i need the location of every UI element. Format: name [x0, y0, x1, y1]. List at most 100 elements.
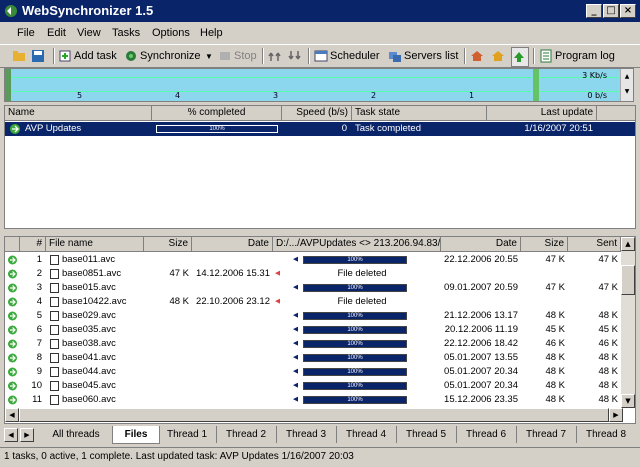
- servers-list-button[interactable]: Servers list: [388, 47, 458, 65]
- save-button[interactable]: [31, 47, 47, 65]
- file-icon: [48, 281, 60, 295]
- col-file-name[interactable]: File name: [46, 237, 144, 252]
- scroll-down-button[interactable]: ▼: [621, 394, 635, 408]
- graph-tick: 5: [77, 91, 83, 100]
- minimize-button[interactable]: _: [586, 4, 602, 18]
- scroll-left-button[interactable]: ◀: [5, 408, 19, 422]
- tab-thread-7[interactable]: Thread 7: [516, 426, 577, 443]
- sync-status-icon: [8, 283, 17, 293]
- sync-status-icon: [8, 325, 17, 335]
- program-log-button[interactable]: Program log: [539, 47, 615, 65]
- col-name[interactable]: Name: [5, 106, 152, 121]
- file-icon: [48, 379, 60, 393]
- file-status: File deleted: [337, 268, 387, 279]
- col-percent-completed[interactable]: % completed: [152, 106, 282, 121]
- folder-icon: [13, 51, 25, 61]
- file-icon: [48, 295, 60, 309]
- col-remote-size[interactable]: Size: [521, 237, 568, 252]
- file-row[interactable]: 6 base035.avc ◀ 100% 20.12.2006 11.19 45 K 45 …: [5, 323, 621, 337]
- tab-scroll-right[interactable]: ▶: [20, 428, 34, 442]
- home-up-button[interactable]: [470, 47, 486, 65]
- remote-size: 48 K: [545, 310, 565, 321]
- col-remote-date[interactable]: Date: [441, 237, 521, 252]
- maximize-button[interactable]: □: [603, 4, 619, 18]
- graph-tick: 2: [371, 91, 377, 100]
- synchronize-button[interactable]: Synchronize: [124, 47, 201, 65]
- scheduler-button[interactable]: Scheduler: [314, 47, 380, 65]
- upload-arrow-icon: ◀: [293, 312, 299, 319]
- synchronize-dropdown[interactable]: ▼: [205, 47, 213, 65]
- file-row[interactable]: 3 base015.avc ◀ 100% 09.01.2007 20.59 47 K 47 …: [5, 281, 621, 295]
- file-progress-bar: 100%: [303, 340, 407, 348]
- upload-button[interactable]: [268, 47, 284, 65]
- file-icon: [48, 267, 60, 281]
- tab-files[interactable]: Files: [112, 426, 160, 444]
- file-date: 22.10.2006 23.12: [196, 296, 270, 307]
- col-sent[interactable]: Sent: [568, 237, 621, 252]
- col-last-update[interactable]: Last update: [487, 106, 597, 121]
- file-row[interactable]: 5 base029.avc ◀ 100% 21.12.2006 13.17 48 K 48 …: [5, 309, 621, 323]
- sync-status-icon: [8, 297, 17, 307]
- file-row[interactable]: 2 base0851.avc 47 K 14.12.2006 15.31 ◀ File d…: [5, 267, 621, 281]
- title-bar[interactable]: WebSynchronizer 1.5 _ □ ×: [0, 0, 640, 22]
- upload-icon: [268, 52, 281, 61]
- file-date: [192, 337, 270, 351]
- sent-size: [568, 267, 618, 281]
- file-row[interactable]: 8 base041.avc ◀ 100% 05.01.2007 13.55 48 K 48 …: [5, 351, 621, 365]
- file-row[interactable]: 10 base045.avc ◀ 100% 05.01.2007 20.34 48 K 48…: [5, 379, 621, 393]
- file-size: [144, 379, 189, 393]
- file-progress-bar: 100%: [303, 284, 407, 292]
- file-row[interactable]: 11 base060.avc ◀ 100% 15.12.2006 23.35 48 K 48…: [5, 393, 621, 407]
- log-icon: [540, 49, 552, 63]
- open-button[interactable]: [12, 47, 28, 65]
- add-task-button[interactable]: Add task: [58, 47, 117, 65]
- tab-thread-8[interactable]: Thread 8: [576, 426, 636, 443]
- up-level-button[interactable]: [511, 47, 529, 67]
- scroll-right-button[interactable]: ▶: [609, 408, 623, 422]
- menu-view[interactable]: View: [77, 27, 101, 39]
- graph-scrollbar[interactable]: ▲ ▼: [620, 69, 633, 101]
- close-button[interactable]: ×: [620, 4, 636, 18]
- col-sync-path[interactable]: D:/.../AVPUpdates <> 213.206.94.83/...: [273, 237, 441, 252]
- tab-thread-5[interactable]: Thread 5: [396, 426, 457, 443]
- graph-tick: 3: [273, 91, 279, 100]
- task-row[interactable]: AVP Updates 100% 0 Task completed 1/16/2…: [5, 122, 635, 136]
- file-number: 6: [36, 324, 42, 335]
- tab-thread-2[interactable]: Thread 2: [216, 426, 277, 443]
- tab-thread-4[interactable]: Thread 4: [336, 426, 397, 443]
- remote-date: 05.01.2007 20.34: [444, 366, 518, 377]
- file-row[interactable]: 1 base011.avc ◀ 100% 22.12.2006 20.55 47 K 47 …: [5, 253, 621, 267]
- menu-edit[interactable]: Edit: [47, 27, 66, 39]
- file-row[interactable]: 7 base038.avc ◀ 100% 22.12.2006 18.42 46 K 46 …: [5, 337, 621, 351]
- menu-tasks[interactable]: Tasks: [112, 27, 140, 39]
- col-task-state[interactable]: Task state: [352, 106, 487, 121]
- file-size: [144, 281, 189, 295]
- col-speed[interactable]: Speed (b/s): [282, 106, 352, 121]
- files-vertical-scrollbar[interactable]: ▲ ▼: [621, 237, 635, 408]
- col-size[interactable]: Size: [144, 237, 192, 252]
- menu-options[interactable]: Options: [152, 27, 190, 39]
- tab-thread-3[interactable]: Thread 3: [276, 426, 337, 443]
- remote-date: 05.01.2007 13.55: [444, 352, 518, 363]
- hscroll-thumb[interactable]: [19, 408, 609, 422]
- scroll-up-button[interactable]: ▲: [621, 237, 635, 251]
- tab-all-threads[interactable]: All threads: [40, 426, 113, 443]
- download-button[interactable]: [288, 47, 304, 65]
- file-status: File deleted: [337, 296, 387, 307]
- tab-scroll-left[interactable]: ◀: [4, 428, 18, 442]
- tab-thread-6[interactable]: Thread 6: [456, 426, 517, 443]
- files-horizontal-scrollbar[interactable]: ◀ ▶: [5, 408, 623, 422]
- file-row[interactable]: 4 base10422.avc 48 K 22.10.2006 23.12 ◀ File …: [5, 295, 621, 309]
- file-date: [192, 309, 270, 323]
- col-number[interactable]: #: [20, 237, 46, 252]
- stop-button[interactable]: Stop: [218, 47, 257, 65]
- task-last-update: 1/16/2007 20:51: [524, 123, 593, 134]
- tab-thread-1[interactable]: Thread 1: [158, 426, 217, 443]
- file-number: 1: [36, 254, 42, 265]
- home-button[interactable]: [491, 47, 507, 65]
- menu-help[interactable]: Help: [200, 27, 223, 39]
- menu-file[interactable]: File: [17, 27, 35, 39]
- file-row[interactable]: 9 base044.avc ◀ 100% 05.01.2007 20.34 48 K 48 …: [5, 365, 621, 379]
- scroll-thumb[interactable]: [621, 265, 635, 295]
- col-date[interactable]: Date: [192, 237, 273, 252]
